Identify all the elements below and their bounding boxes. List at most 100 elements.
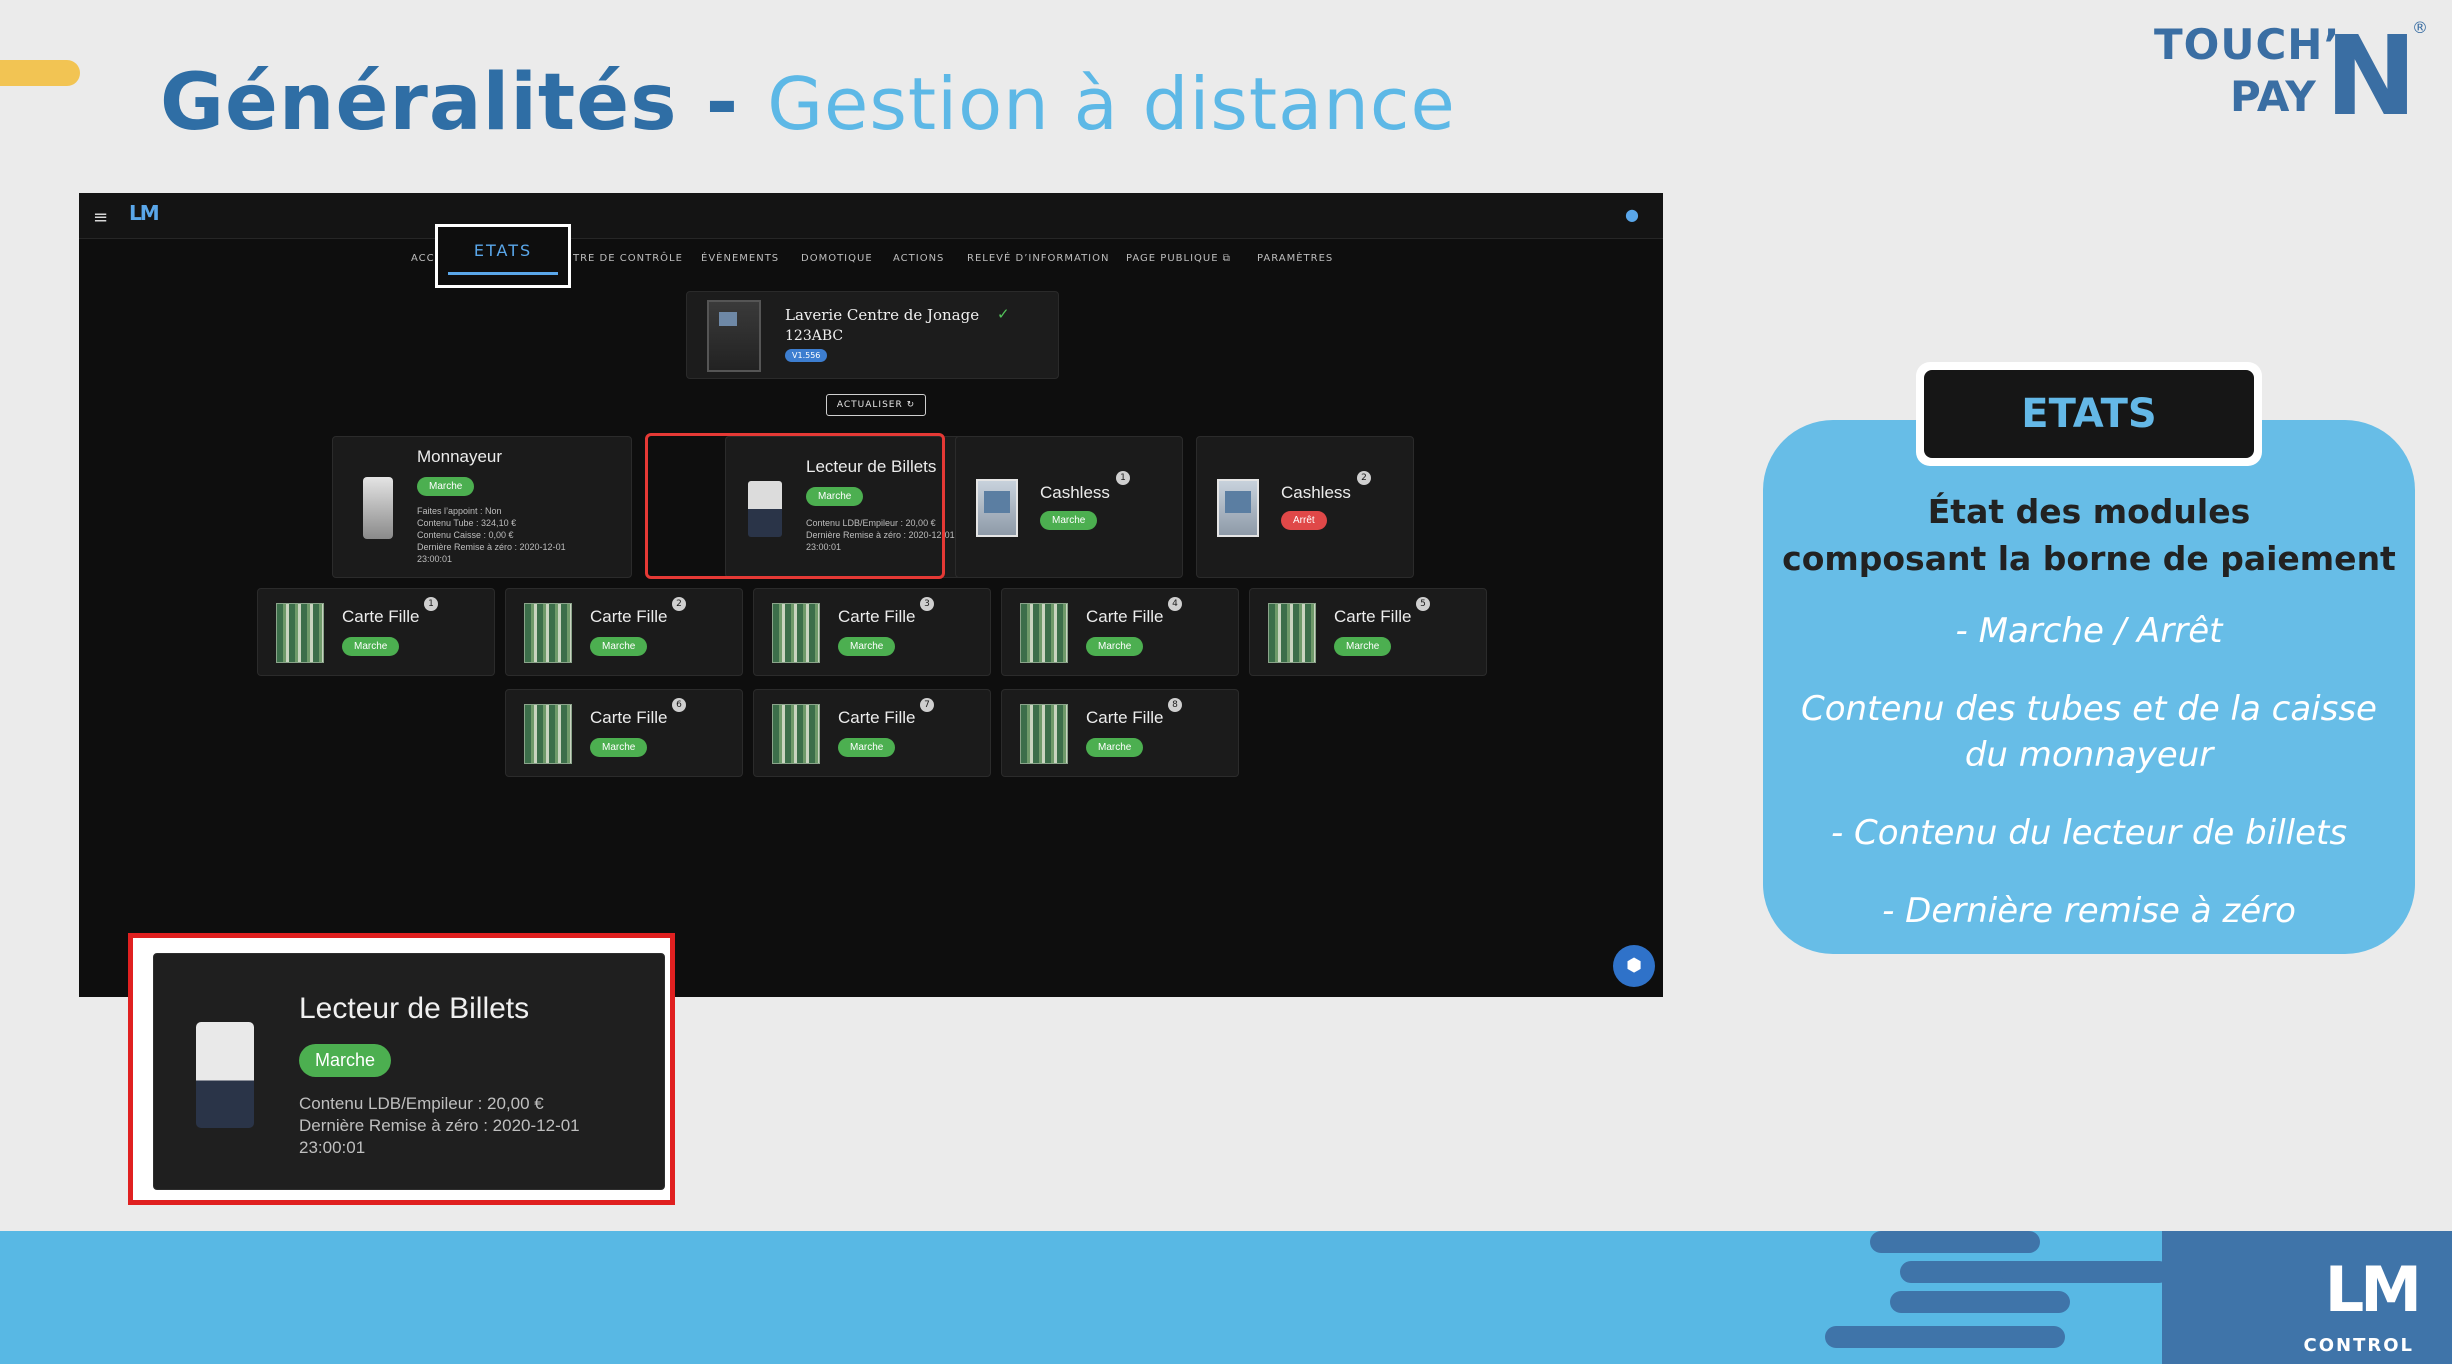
app-topbar: ≡ LM ● bbox=[79, 193, 1663, 239]
card-carte-fille-6[interactable]: Carte Fille 6 Marche bbox=[505, 689, 743, 777]
refresh-button[interactable]: ACTUALISER ↻ bbox=[826, 394, 926, 416]
app-nav: ACC TRE DE CONTRÔLE ÉVÈNEMENTS DOMOTIQUE… bbox=[79, 245, 1663, 275]
card-number: 2 bbox=[672, 597, 686, 611]
footer-streak bbox=[2000, 1261, 2170, 1283]
card-title: Carte Fille bbox=[1086, 708, 1164, 727]
card-carte-fille-3[interactable]: Carte Fille 3 Marche bbox=[753, 588, 991, 676]
device-code: 123ABC bbox=[785, 328, 844, 344]
panel-tab: ETATS bbox=[1916, 362, 2262, 466]
status-badge: Marche bbox=[1040, 511, 1098, 530]
zoom-line-1: Contenu LDB/Empileur : 20,00 € bbox=[299, 1094, 544, 1113]
user-icon[interactable]: ● bbox=[1625, 205, 1639, 224]
card-carte-fille-8[interactable]: Carte Fille 8 Marche bbox=[1001, 689, 1239, 777]
zoom-line-3: 23:00:01 bbox=[299, 1138, 366, 1157]
circuit-board-icon bbox=[772, 603, 820, 663]
zoomed-card-lecteur-billets: Lecteur de Billets Marche Contenu LDB/Em… bbox=[153, 953, 665, 1190]
status-badge: Arrêt bbox=[1281, 511, 1327, 530]
tab-etats[interactable]: ETATS bbox=[435, 224, 571, 288]
brand-line2: PAY bbox=[2230, 72, 2316, 121]
panel-tab-label: ETATS bbox=[1924, 370, 2254, 458]
card-carte-fille-7[interactable]: Carte Fille 7 Marche bbox=[753, 689, 991, 777]
cube-fab-icon[interactable]: ⬢ bbox=[1613, 945, 1655, 987]
card-title: Monnayeur bbox=[417, 447, 503, 466]
nav-item-releve[interactable]: RELEVÉ D’INFORMATION bbox=[967, 253, 1109, 264]
nav-item-accueil[interactable]: ACC bbox=[411, 253, 435, 264]
card-title: Carte Fille bbox=[1334, 607, 1412, 626]
nav-item-centre-controle[interactable]: TRE DE CONTRÔLE bbox=[573, 253, 683, 264]
circuit-board-icon bbox=[1020, 603, 1068, 663]
card-title: Carte Fille bbox=[590, 607, 668, 626]
status-badge: Marche bbox=[1086, 738, 1144, 757]
kiosk-icon bbox=[1217, 479, 1259, 537]
circuit-board-icon bbox=[524, 603, 572, 663]
nav-item-evenements[interactable]: ÉVÈNEMENTS bbox=[701, 253, 779, 264]
info-panel: État des modules composant la borne de p… bbox=[1763, 420, 2415, 954]
circuit-board-icon bbox=[276, 603, 324, 663]
card-carte-fille-4[interactable]: Carte Fille 4 Marche bbox=[1001, 588, 1239, 676]
card-cashless-2[interactable]: Cashless 2 Arrêt bbox=[1196, 436, 1414, 578]
slide-title: Généralités - Gestion à distance bbox=[160, 58, 1456, 148]
circuit-board-icon bbox=[1268, 603, 1316, 663]
nav-item-actions[interactable]: ACTIONS bbox=[893, 253, 944, 264]
slide-title-sub: Gestion à distance bbox=[767, 62, 1456, 146]
zoom-line-2: Dernière Remise à zéro : 2020-12-01 bbox=[299, 1116, 580, 1135]
status-badge: Marche bbox=[590, 637, 648, 656]
lm-control-logo: LM bbox=[2324, 1253, 2422, 1326]
zoom-highlight-frame: Lecteur de Billets Marche Contenu LDB/Em… bbox=[128, 933, 675, 1205]
card-number: 6 bbox=[672, 698, 686, 712]
panel-bullet-2a: Contenu des tubes et de la caisse bbox=[1801, 689, 2377, 729]
footer-logo-area: LM CONTROL bbox=[2162, 1231, 2452, 1364]
zoom-title: Lecteur de Billets bbox=[299, 992, 530, 1025]
hamburger-menu-icon[interactable]: ≡ bbox=[93, 207, 108, 228]
status-badge: Marche bbox=[1334, 637, 1392, 656]
card-title: Carte Fille bbox=[590, 708, 668, 727]
accent-bar bbox=[0, 60, 80, 86]
status-badge: Marche bbox=[590, 738, 648, 757]
nav-item-page-publique[interactable]: PAGE PUBLIQUE ⧉ bbox=[1126, 253, 1231, 264]
card-cashless-1[interactable]: Cashless 1 Marche bbox=[955, 436, 1183, 578]
card-title: Carte Fille bbox=[1086, 607, 1164, 626]
status-badge: Marche bbox=[1086, 637, 1144, 656]
tab-etats-underline bbox=[448, 272, 558, 275]
footer-streak bbox=[1825, 1326, 2065, 1348]
card-carte-fille-5[interactable]: Carte Fille 5 Marche bbox=[1249, 588, 1487, 676]
card-number: 2 bbox=[1357, 471, 1371, 485]
check-icon: ✓ bbox=[997, 305, 1010, 323]
bill-reader-icon bbox=[196, 1022, 254, 1128]
brand-letter: N bbox=[2325, 12, 2418, 140]
lm-control-sub: CONTROL bbox=[2303, 1335, 2414, 1356]
card-monnayeur[interactable]: Monnayeur Marche Faites l’appoint : Non … bbox=[332, 436, 632, 578]
footer-band: LM CONTROL bbox=[0, 1231, 2452, 1364]
card-number: 3 bbox=[920, 597, 934, 611]
footer-streak bbox=[1870, 1231, 2040, 1253]
panel-bullet-4: - Dernière remise à zéro bbox=[1882, 891, 2296, 931]
panel-bullet-2b: du monnayeur bbox=[1964, 735, 2214, 775]
highlight-frame bbox=[645, 433, 945, 579]
card-carte-fille-2[interactable]: Carte Fille 2 Marche bbox=[505, 588, 743, 676]
circuit-board-icon bbox=[772, 704, 820, 764]
status-badge: Marche bbox=[417, 477, 475, 496]
card-info: Faites l’appoint : Non Contenu Tube : 32… bbox=[417, 506, 566, 564]
brand-reg: ® bbox=[2412, 18, 2428, 37]
footer-streak bbox=[1890, 1291, 2070, 1313]
device-card[interactable]: Laverie Centre de Jonage ✓ 123ABC V1.556 bbox=[686, 291, 1059, 379]
brand-line1: TOUCH’ bbox=[2154, 20, 2341, 69]
nav-item-parametres[interactable]: PARAMÈTRES bbox=[1257, 253, 1333, 264]
card-title: Cashless bbox=[1281, 483, 1351, 502]
app-logo[interactable]: LM bbox=[129, 201, 169, 231]
panel-bullet-3: - Contenu du lecteur de billets bbox=[1830, 813, 2348, 853]
card-number: 1 bbox=[1116, 471, 1130, 485]
card-carte-fille-1[interactable]: Carte Fille 1 Marche bbox=[257, 588, 495, 676]
app-screenshot: ≡ LM ● ACC TRE DE CONTRÔLE ÉVÈNEMENTS DO… bbox=[79, 193, 1663, 997]
card-number: 8 bbox=[1168, 698, 1182, 712]
touchnpay-logo: TOUCH’ PAY N ® bbox=[2150, 12, 2428, 140]
nav-item-domotique[interactable]: DOMOTIQUE bbox=[801, 253, 873, 264]
card-number: 7 bbox=[920, 698, 934, 712]
circuit-board-icon bbox=[1020, 704, 1068, 764]
circuit-board-icon bbox=[524, 704, 572, 764]
card-number: 5 bbox=[1416, 597, 1430, 611]
tab-etats-label: ETATS bbox=[473, 241, 533, 260]
status-badge: Marche bbox=[838, 738, 896, 757]
status-badge: Marche bbox=[838, 637, 896, 656]
card-title: Carte Fille bbox=[838, 708, 916, 727]
